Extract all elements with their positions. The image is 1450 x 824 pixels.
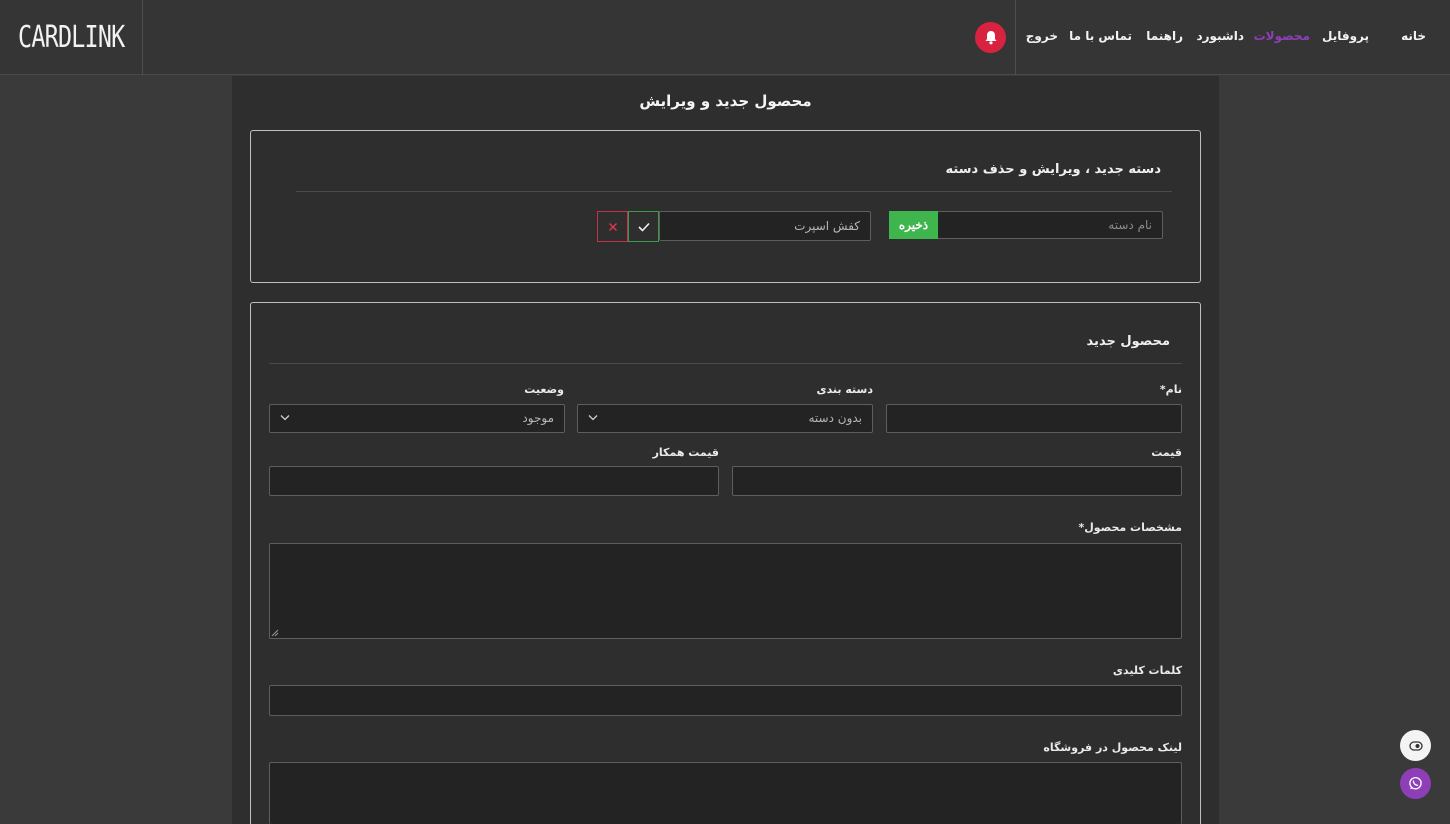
partner-price-label: قیمت همکار (652, 446, 719, 459)
theme-toggle-button[interactable] (1400, 730, 1431, 761)
nav-home[interactable]: خانه (1401, 29, 1426, 43)
price-input[interactable] (732, 466, 1182, 496)
status-select-value: موجود (522, 411, 554, 425)
confirm-edit-category-button[interactable] (628, 211, 659, 242)
status-label: وضعیت (524, 383, 564, 396)
resize-handle-icon[interactable] (271, 629, 279, 637)
delete-category-button[interactable] (597, 211, 628, 242)
check-icon (637, 222, 650, 232)
keywords-input[interactable] (269, 685, 1182, 716)
partner-price-input[interactable] (269, 466, 719, 496)
save-category-button[interactable]: ذخیره (889, 211, 938, 239)
category-card-title: دسته جدید ، ویرایش و حذف دسته (945, 162, 1161, 177)
product-name-input[interactable] (886, 404, 1182, 433)
specs-textarea[interactable] (269, 543, 1182, 639)
nav-profile[interactable]: پروفایل (1322, 29, 1369, 43)
nav-products[interactable]: محصولات (1254, 29, 1310, 43)
category-select[interactable]: بدون دسته (577, 404, 873, 433)
specs-label: مشخصات محصول* (1078, 521, 1182, 534)
page-title: محصول جدید و ویرایش (639, 92, 812, 110)
nav-dashboard[interactable]: داشبورد (1196, 29, 1244, 43)
logo: CARDLINK (17, 20, 125, 55)
chevron-down-icon (588, 415, 598, 421)
close-icon (608, 222, 617, 231)
keywords-label: کلمات کلیدی (1112, 664, 1182, 677)
category-card (250, 130, 1201, 283)
edit-category-input[interactable] (659, 211, 871, 241)
name-label: نام* (1159, 383, 1182, 396)
product-card-title: محصول جدید (1086, 334, 1170, 349)
store-link-label: لینک محصول در فروشگاه (1043, 741, 1182, 754)
price-label: قیمت (1151, 446, 1182, 459)
nav-contact-us[interactable]: تماس با ما (1069, 29, 1132, 43)
category-divider (296, 191, 1172, 192)
store-link-textarea[interactable] (269, 762, 1182, 824)
category-label: دسته بندی (816, 383, 873, 396)
chevron-down-icon (280, 415, 290, 421)
whatsapp-button[interactable] (1400, 768, 1431, 799)
top-navigation-bar: CARDLINK خانه پروفایل محصولات داشبورد را… (0, 0, 1450, 75)
bell-icon (985, 31, 996, 45)
whatsapp-icon (1409, 776, 1422, 790)
new-category-input[interactable] (937, 211, 1163, 239)
eye-toggle-icon (1408, 740, 1423, 751)
nav-guide[interactable]: راهنما (1146, 29, 1183, 43)
category-select-value: بدون دسته (808, 411, 862, 425)
logo-container[interactable]: CARDLINK (0, 0, 143, 75)
status-select[interactable]: موجود (269, 404, 565, 433)
product-divider (269, 363, 1182, 364)
notification-bell-button[interactable] (975, 22, 1006, 53)
nav-logout[interactable]: خروج (1026, 29, 1058, 43)
